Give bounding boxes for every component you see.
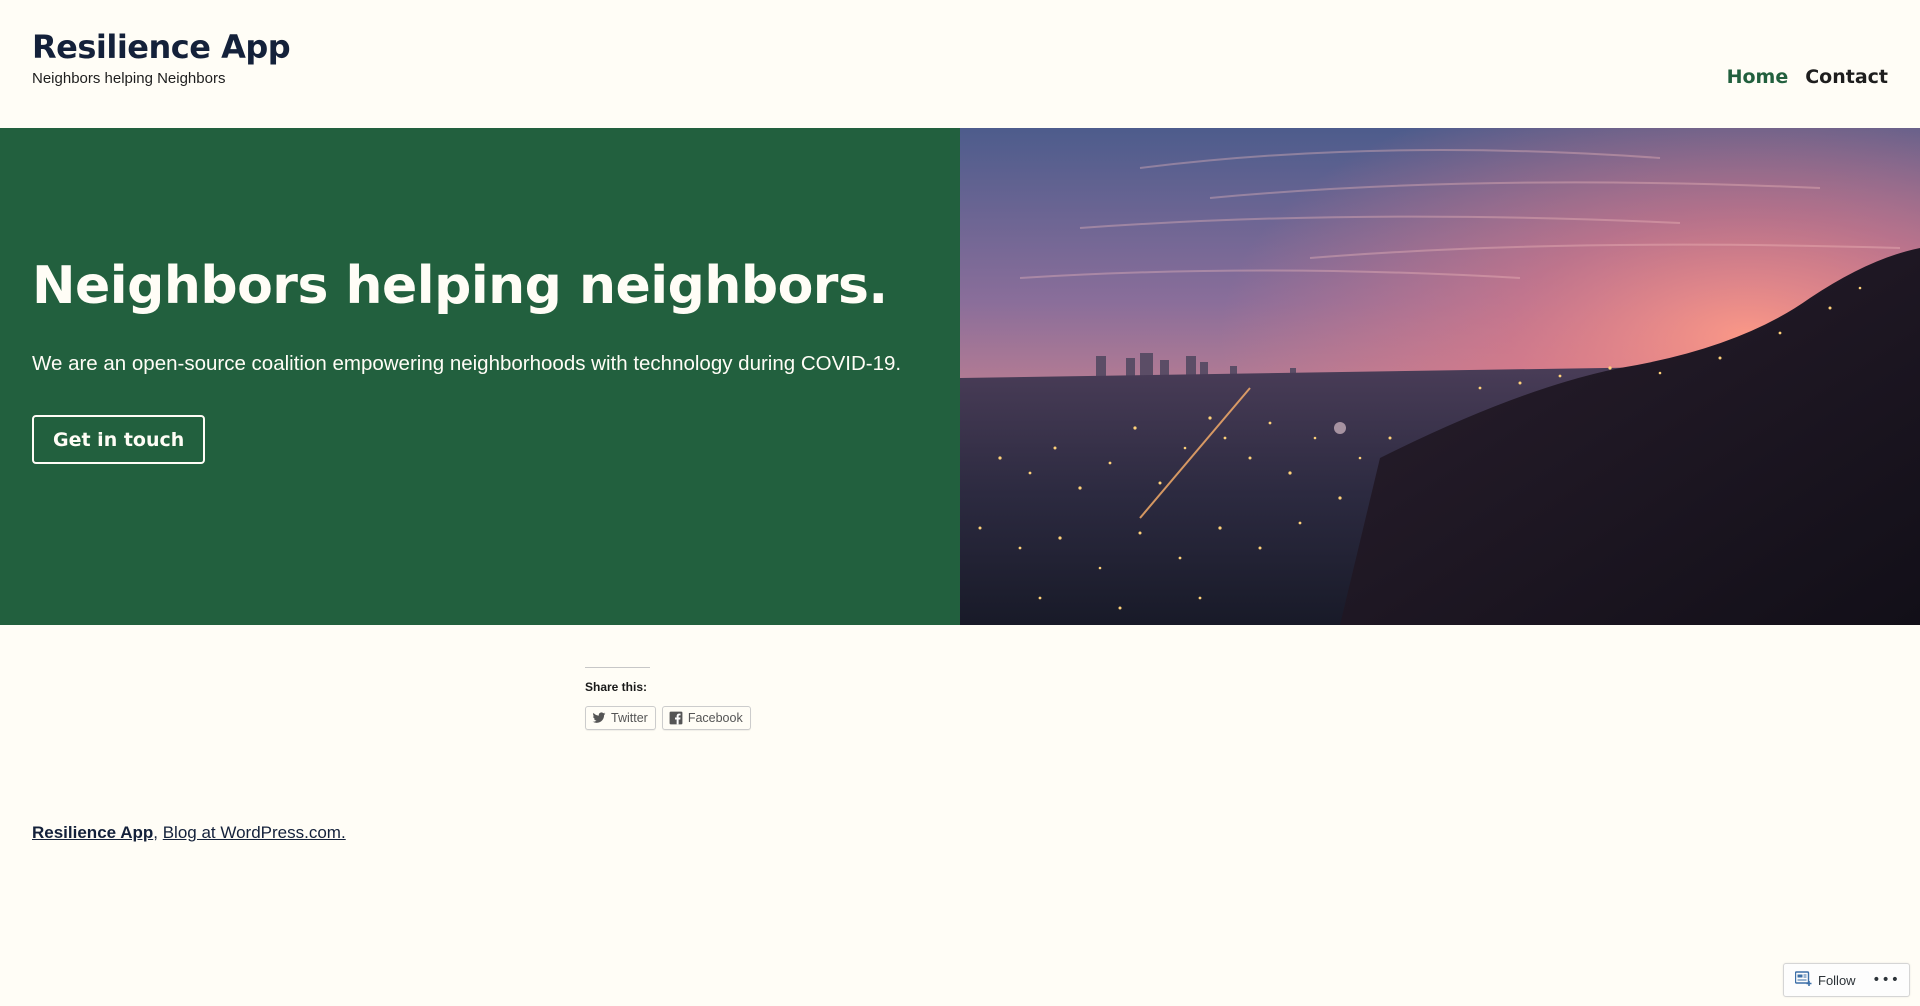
city-sunset-image [960,128,1920,625]
main-nav: Home Contact [1727,66,1888,88]
share-facebook-label: Facebook [687,711,743,725]
twitter-icon [592,711,606,725]
footer-separator: , [153,823,158,842]
facebook-icon [669,711,683,725]
footer-site-link[interactable]: Resilience App [32,823,153,842]
site-header: Resilience App Neighbors helping Neighbo… [0,0,1920,128]
hero-subtitle: We are an open-source coalition empoweri… [32,352,902,375]
follow-label: Follow [1818,972,1856,988]
share-divider [585,667,650,668]
site-title[interactable]: Resilience App [32,28,291,66]
hero-title: Neighbors helping neighbors. [32,256,888,316]
share-buttons: Twitter Facebook [585,706,751,730]
nav-link-home[interactable]: Home [1727,66,1789,88]
nav-link-contact[interactable]: Contact [1805,66,1888,88]
site-footer: Resilience App, Blog at WordPress.com. [32,823,346,843]
reader-follow-icon [1794,970,1813,990]
share-twitter-label: Twitter [611,711,648,725]
share-title: Share this: [585,680,648,694]
footer-wordpress-link[interactable]: Blog at WordPress.com. [163,823,346,842]
share-twitter-button[interactable]: Twitter [585,706,656,730]
share-facebook-button[interactable]: Facebook [661,706,751,730]
share-section: Share this: Twitter Facebook [585,667,751,730]
more-options-button[interactable]: ••• [1872,972,1900,988]
get-in-touch-button[interactable]: Get in touch [32,415,206,464]
follow-widget: Follow ••• [1783,963,1910,997]
hero-panel: Neighbors helping neighbors. We are an o… [0,128,960,625]
follow-button[interactable]: Follow [1784,970,1856,990]
site-tagline: Neighbors helping Neighbors [32,70,226,87]
hero-section: Neighbors helping neighbors. We are an o… [0,128,1920,625]
